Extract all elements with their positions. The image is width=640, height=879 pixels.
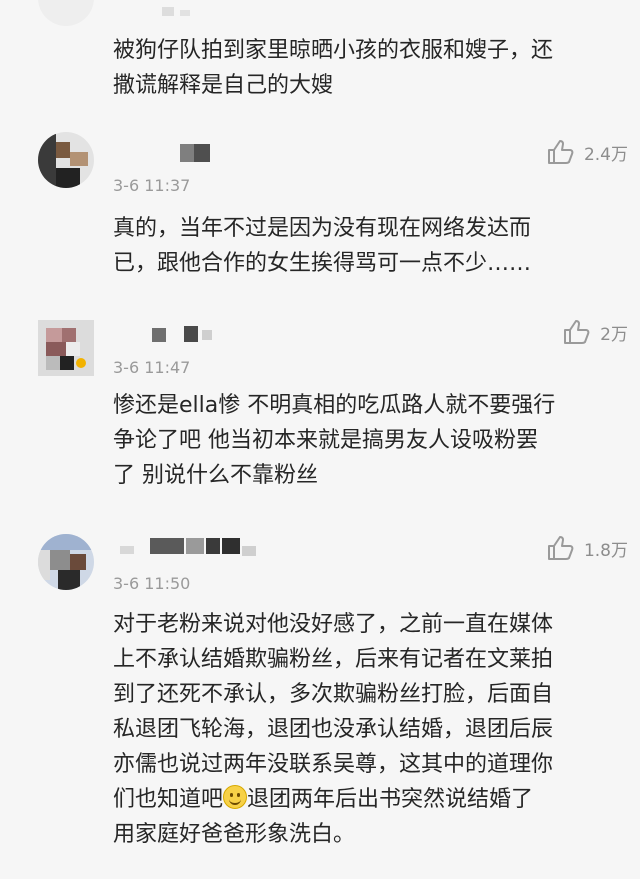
thumbs-up-icon [564, 320, 590, 344]
comment-time: 3-6 11:50 [113, 574, 191, 593]
comment-4: 3-6 11:50 1.8万 对于老粉来说对他没好感了，之前一直在媒体 上不承认… [0, 514, 640, 879]
avatar[interactable] [38, 320, 94, 376]
like-button[interactable]: 2万 [562, 318, 628, 346]
like-count: 2.4万 [583, 144, 628, 165]
comment-text: 对于老粉来说对他没好感了，之前一直在媒体 上不承认结婚欺骗粉丝，后来有记者在文莱… [113, 607, 633, 852]
username[interactable] [110, 326, 230, 348]
comment-2: 3-6 11:37 2.4万 真的，当年不过是因为没有现在网络发达而 已，跟他合… [0, 116, 640, 315]
comment-text: 被狗仔队拍到家里晾晒小孩的衣服和嫂子，还 撒谎解释是自己的大嫂 [113, 38, 554, 98]
avatar[interactable] [38, 534, 94, 590]
like-count: 2万 [600, 324, 628, 345]
like-button[interactable]: 1.8万 [546, 534, 628, 562]
avatar[interactable] [38, 0, 94, 26]
comment-3: 3-6 11:47 2万 惨还是ella惨 不明真相的吃瓜路人就不要强行 争论了… [0, 314, 640, 515]
smile-emoji-icon [223, 785, 248, 809]
comment-text: 惨还是ella惨 不明真相的吃瓜路人就不要强行 争论了吧 他当初本来就是搞男友人… [113, 393, 556, 488]
thumbs-up-icon [547, 536, 574, 560]
thumbs-up-icon [547, 140, 574, 164]
comment-time: 3-6 11:47 [113, 358, 191, 377]
avatar[interactable] [38, 132, 94, 188]
username[interactable] [110, 144, 220, 166]
comment-text-part1: 对于老粉来说对他没好感了，之前一直在媒体 上不承认结婚欺骗粉丝，后来有记者在文莱… [113, 612, 554, 812]
like-button[interactable]: 2.4万 [546, 138, 628, 166]
like-count: 1.8万 [583, 540, 628, 561]
comment-text: 真的，当年不过是因为没有现在网络发达而 已，跟他合作的女生挨得骂可一点不少…… [113, 216, 532, 276]
username[interactable] [110, 2, 190, 24]
comment-time: 3-6 11:37 [113, 176, 191, 195]
username[interactable] [110, 536, 260, 558]
comment-1: 被狗仔队拍到家里晾晒小孩的衣服和嫂子，还 撒谎解释是自己的大嫂 [0, 0, 640, 117]
